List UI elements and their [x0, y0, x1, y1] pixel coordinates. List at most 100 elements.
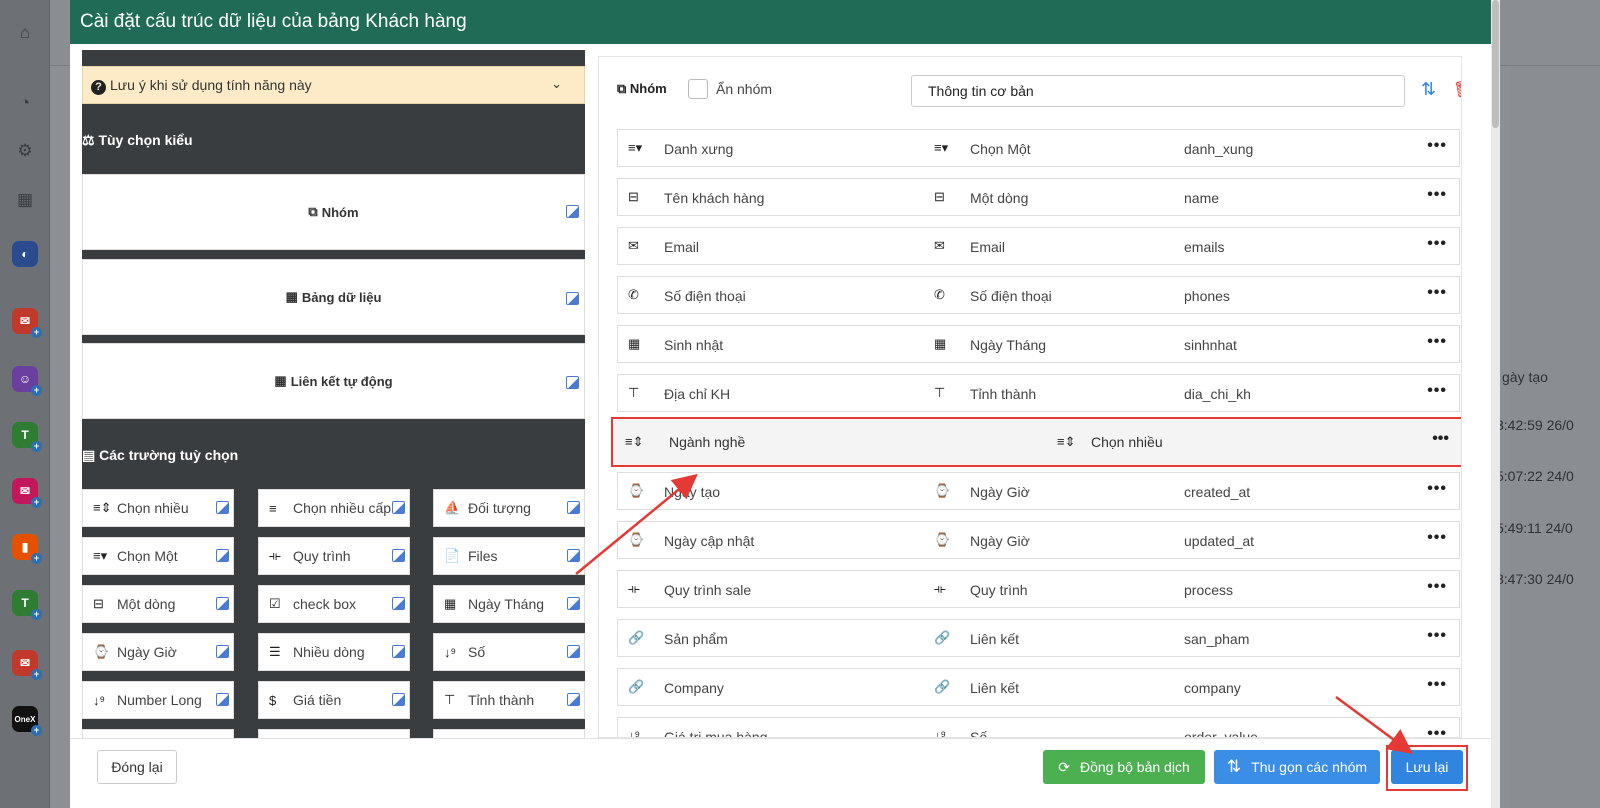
field-type-button[interactable]: ≡ Chọn nhiều cấp [258, 489, 410, 527]
more-options-icon[interactable]: ••• [1427, 382, 1447, 400]
field-row[interactable]: ⌚ Ngày tạo ⌚ Ngày Giờ created_at ••• [617, 472, 1460, 510]
image-icon[interactable] [566, 205, 579, 218]
highlighted-field-row[interactable]: ≡⇕ Ngành nghề ≡⇕ Chọn nhiều ••• [611, 417, 1461, 467]
trash-icon[interactable]: 🗑 [1453, 80, 1461, 100]
group-name-input[interactable]: Thông tin cơ bản [911, 75, 1405, 107]
onex-app-icon[interactable]: OneX + [12, 706, 42, 736]
image-icon[interactable] [392, 645, 405, 658]
field-type-button[interactable]: ⊟ Một dòng [82, 585, 234, 623]
image-icon[interactable] [567, 645, 580, 658]
image-icon[interactable] [392, 597, 405, 610]
field-name: Tên khách hàng [664, 190, 765, 206]
field-type-label: Number Long [117, 692, 202, 708]
field-type-label: Files [468, 548, 498, 564]
more-options-icon[interactable]: ••• [1427, 284, 1447, 302]
field-row[interactable]: ↓⁹ Giá trị mua hàng ↓⁹ Số order_value ••• [617, 717, 1460, 738]
field-type-button[interactable]: ≡▾ Chọn Một [82, 537, 234, 575]
field-row[interactable]: ≡▾ Danh xưng ≡▾ Chọn Một danh_xung ••• [617, 129, 1460, 167]
field-type-button[interactable]: 📄 Files [433, 537, 585, 575]
save-button[interactable]: Lưu lại [1391, 750, 1463, 784]
image-icon[interactable] [216, 549, 229, 562]
field-type-button[interactable]: ⌚ Ngày Giờ [82, 633, 234, 671]
field-type-button-partial[interactable] [258, 729, 410, 738]
field-type-button[interactable]: $ Giá tiền [258, 681, 410, 719]
field-type-button-partial[interactable] [433, 729, 585, 738]
field-row[interactable]: ⊤ Địa chỉ KH ⊤ Tỉnh thành dia_chi_kh ••• [617, 374, 1460, 412]
notice-dropdown[interactable]: ? Lưu ý khi sử dụng tính năng này ⌄ [82, 66, 585, 104]
more-options-icon[interactable]: ••• [1427, 578, 1447, 596]
collapse-groups-button[interactable]: ⇅ Thu gọn các nhóm [1214, 750, 1380, 784]
field-row[interactable]: 🔗 Company 🔗 Liên kết company ••• [617, 668, 1460, 706]
field-row[interactable]: ✉ Email ✉ Email emails ••• [617, 227, 1460, 265]
t-app-icon[interactable]: T + [12, 422, 42, 452]
watch-icon: ⌚ [628, 483, 645, 498]
more-options-icon[interactable]: ••• [1427, 480, 1447, 498]
mail2-app-icon[interactable]: ✉ + [12, 650, 42, 680]
sort-icon[interactable]: ⇅ [1421, 79, 1436, 100]
field-row[interactable]: ⟛ Quy trình sale ⟛ Quy trình process ••• [617, 570, 1460, 608]
field-type-button[interactable]: ↓⁹ Số [433, 633, 585, 671]
image-icon[interactable] [392, 549, 405, 562]
more-options-icon[interactable]: ••• [1432, 430, 1449, 448]
bot-app-icon[interactable]: ☺ + [12, 366, 42, 396]
image-icon[interactable] [216, 693, 229, 706]
type-card-data-table[interactable]: ▦ Bảng dữ liệu [82, 259, 585, 335]
more-options-icon[interactable]: ••• [1427, 235, 1447, 253]
type-card-group[interactable]: ⧉ Nhóm [82, 174, 585, 250]
image-icon[interactable] [567, 501, 580, 514]
app-logo-icon[interactable]: ◐ [12, 241, 38, 267]
image-icon[interactable] [566, 292, 579, 305]
close-button[interactable]: Đóng lại [97, 750, 177, 784]
field-row[interactable]: 🔗 Sản phẩm 🔗 Liên kết san_pham ••• [617, 619, 1460, 657]
image-icon[interactable] [216, 501, 229, 514]
image-icon[interactable] [216, 645, 229, 658]
field-row[interactable]: ⌚ Ngày cập nhật ⌚ Ngày Giờ updated_at ••• [617, 521, 1460, 559]
chevron-down-icon[interactable]: ⌄ [551, 76, 562, 92]
dashboard-icon[interactable]: ◔ [12, 90, 38, 116]
more-options-icon[interactable]: ••• [1427, 186, 1447, 204]
more-options-icon[interactable]: ••• [1427, 627, 1447, 645]
field-row[interactable]: ✆ Số điện thoại ✆ Số điện thoại phones ••• [617, 276, 1460, 314]
t2-app-icon[interactable]: T + [12, 590, 42, 620]
image-icon[interactable] [216, 597, 229, 610]
more-options-icon[interactable]: ••• [1427, 676, 1447, 694]
field-type-button[interactable]: ▦ Ngày Tháng [433, 585, 585, 623]
field-type-button[interactable]: ⊤ Tỉnh thành [433, 681, 585, 719]
mail-app-icon[interactable]: ✉ + [12, 308, 42, 338]
field-row[interactable]: ⊟ Tên khách hàng ⊟ Một dòng name ••• [617, 178, 1460, 216]
scrollbar-thumb[interactable] [1492, 0, 1499, 128]
link-icon: 🔗 [934, 630, 951, 645]
image-icon[interactable] [392, 501, 405, 514]
number-sort-icon: ↓⁹ [628, 728, 641, 738]
sync-translation-button[interactable]: ⟳ Đồng bộ bản dịch [1043, 750, 1205, 784]
gear-icon[interactable]: ⚙ [12, 138, 38, 164]
field-type-button[interactable]: ⟛ Quy trình [258, 537, 410, 575]
field-type-button[interactable]: ⛵ Đối tượng [433, 489, 585, 527]
image-icon[interactable] [567, 597, 580, 610]
field-row[interactable]: ▦ Sinh nhật ▦ Ngày Tháng sinhnhat ••• [617, 325, 1460, 363]
chat-app-icon[interactable]: ✉ + [12, 478, 42, 508]
home-icon[interactable]: ⌂ [12, 20, 38, 46]
envelope-icon: ✉ [934, 238, 945, 253]
field-type-button[interactable]: ☑ check box [258, 585, 410, 623]
field-type-button-partial[interactable] [82, 729, 234, 738]
type-section-title: ⚖ Tùy chọn kiểu [82, 132, 193, 148]
image-icon[interactable] [567, 693, 580, 706]
more-options-icon[interactable]: ••• [1427, 529, 1447, 547]
more-options-icon[interactable]: ••• [1427, 725, 1447, 737]
field-type-button[interactable]: ↓⁹ Number Long [82, 681, 234, 719]
more-options-icon[interactable]: ••• [1427, 333, 1447, 351]
field-type-button[interactable]: ≡⇕ Chọn nhiều [82, 489, 234, 527]
field-type-label: Quy trình [293, 548, 351, 564]
grid-icon[interactable]: ▦ [12, 187, 38, 213]
image-icon[interactable] [566, 376, 579, 389]
type-card-auto-link[interactable]: ▦ Liên kết tự động [82, 343, 585, 419]
field-type-button[interactable]: ☰ Nhiều dòng [258, 633, 410, 671]
more-options-icon[interactable]: ••• [1427, 137, 1447, 155]
image-icon[interactable] [392, 693, 405, 706]
field-name: Ngành nghề [669, 434, 746, 450]
doc-app-icon[interactable]: ▮ + [12, 534, 42, 564]
image-icon[interactable] [567, 549, 580, 562]
field-name: Giá trị mua hàng [664, 729, 768, 738]
hide-group-checkbox[interactable] [688, 79, 708, 99]
